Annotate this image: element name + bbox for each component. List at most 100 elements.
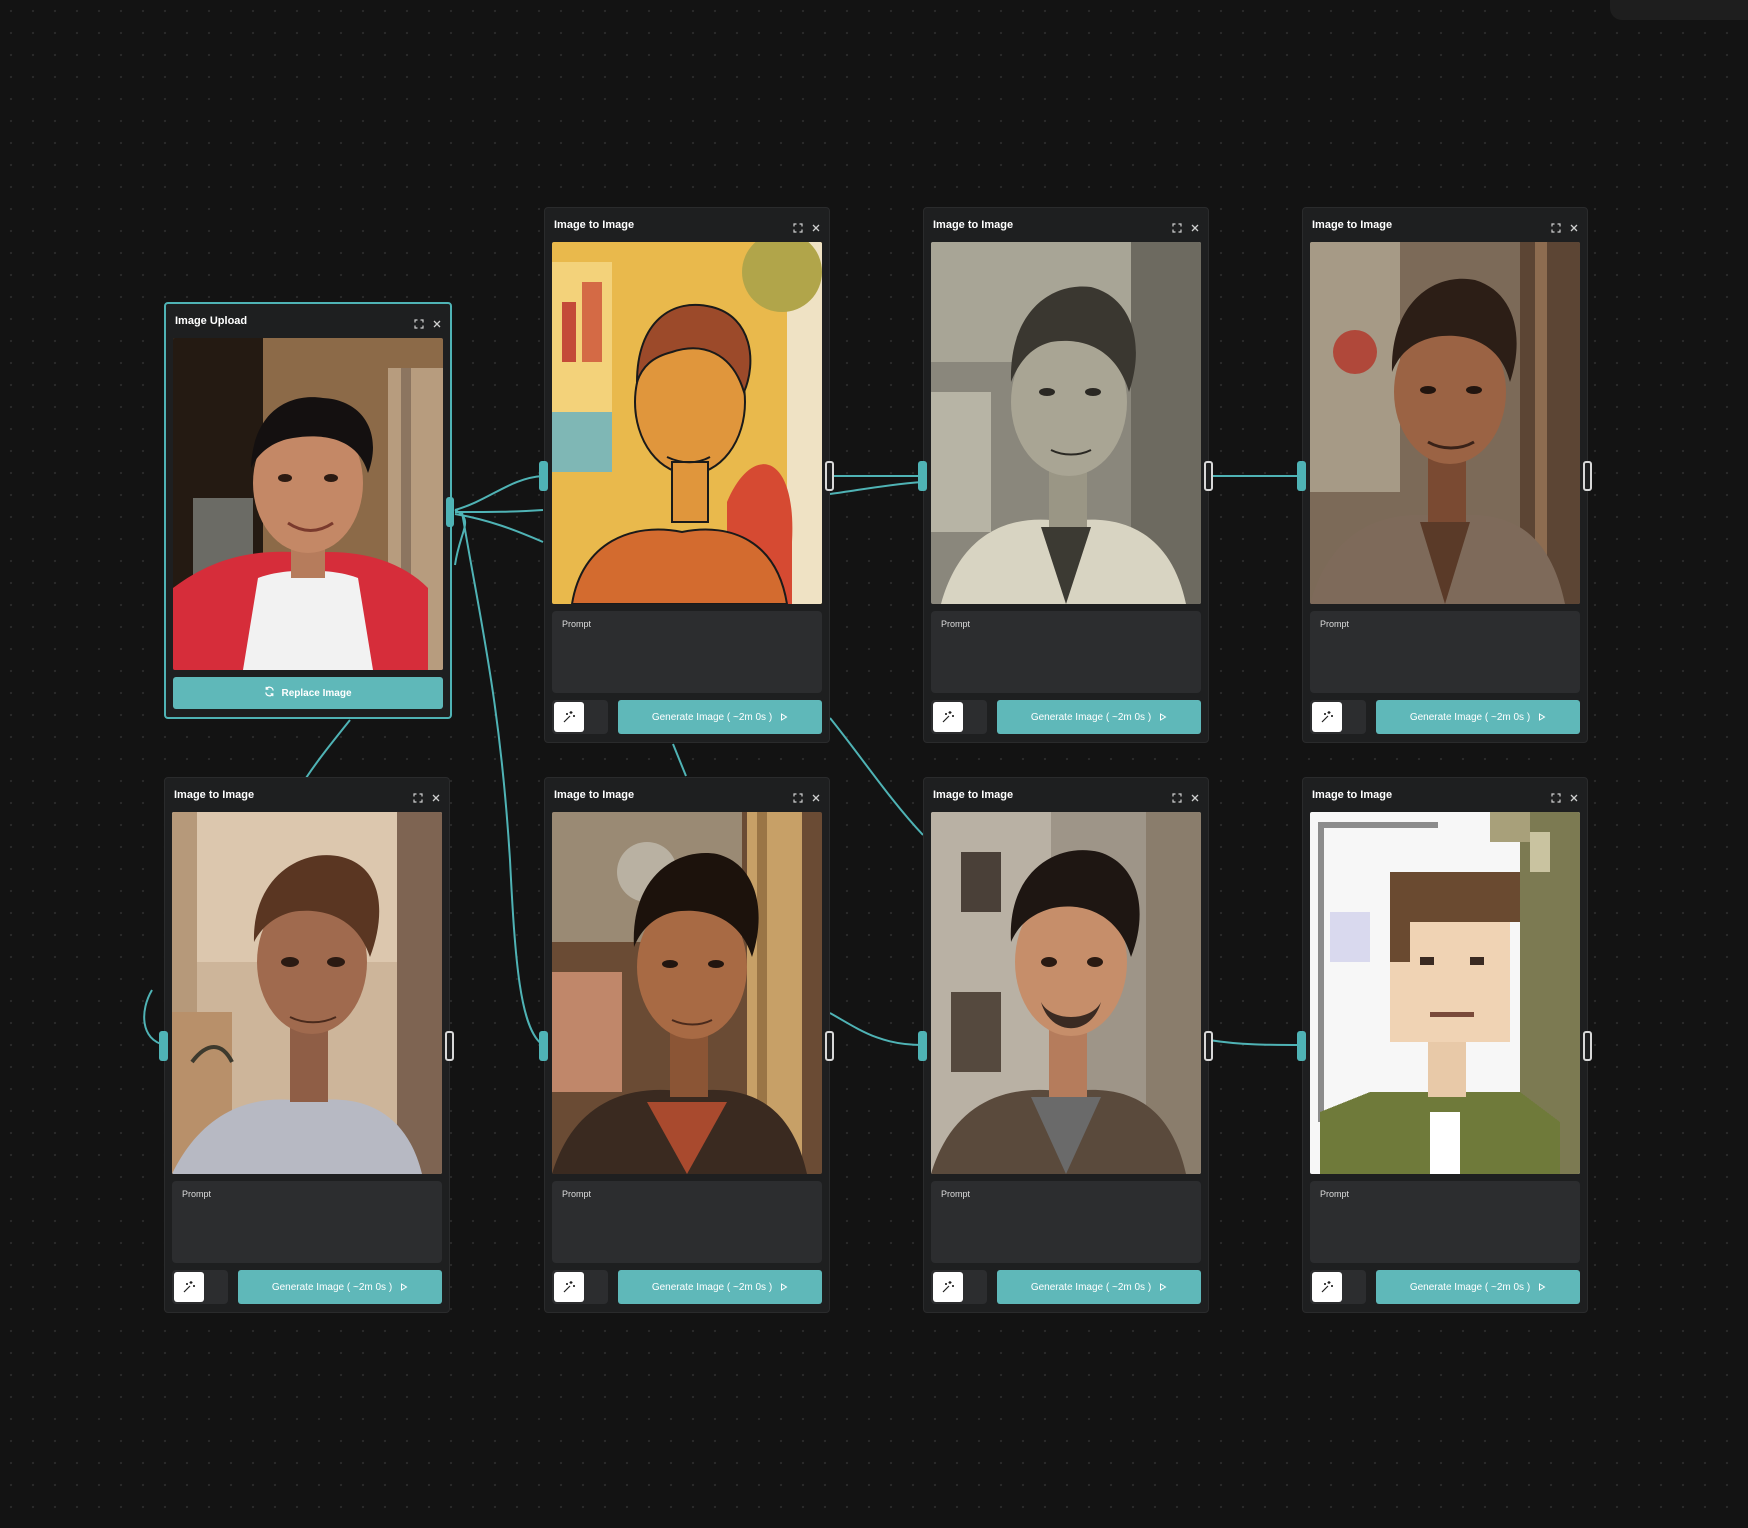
edge-upload-to-comic-d [454,509,466,566]
play-icon [1160,713,1167,721]
node-header[interactable]: Image to Image [924,208,1208,242]
play-icon [1539,713,1546,721]
expand-icon[interactable] [1551,790,1561,803]
generate-image-button[interactable]: Generate Image ( ~2m 0s ) [618,1270,822,1304]
edge-upload-to-comic [454,475,544,511]
expand-icon[interactable] [1172,220,1182,233]
input-handle[interactable] [918,1031,927,1061]
image-to-image-node[interactable]: Image to Image Prompt Generate Image (~… [918,777,1213,1313]
magic-wand-button[interactable] [933,1272,963,1302]
close-icon[interactable] [811,790,821,802]
enhance-toggle [1310,1270,1366,1304]
edge-oil-to-render [829,1012,924,1046]
expand-icon[interactable] [413,790,423,803]
generate-image-button[interactable]: Generate Image ( ~2m 0s ) [1376,700,1580,734]
prompt-input[interactable]: Prompt [552,1181,822,1263]
generated-image-comic [552,242,822,604]
magic-wand-button[interactable] [933,702,963,732]
generate-image-button[interactable]: Generate Image ( ~2m 0s ) [618,700,822,734]
expand-icon[interactable] [414,316,424,329]
node-header[interactable]: Image to Image [545,208,829,242]
enhance-toggle [931,700,987,734]
play-icon [401,1283,408,1291]
replace-image-button[interactable]: Replace Image [173,677,443,709]
edge-comic-to-etching-b [829,481,924,495]
enhance-toggle [931,1270,987,1304]
prompt-input[interactable]: Prompt [1310,1181,1580,1263]
prompt-input[interactable]: Prompt [172,1181,442,1263]
output-handle[interactable] [1583,1031,1592,1061]
close-icon[interactable] [431,790,441,802]
top-panel-tab[interactable] [1610,0,1748,20]
close-icon[interactable] [811,220,821,232]
input-handle[interactable] [1297,1031,1306,1061]
input-handle[interactable] [539,1031,548,1061]
prompt-input[interactable]: Prompt [1310,611,1580,693]
output-handle[interactable] [445,1031,454,1061]
workflow-canvas[interactable]: Image Upload Replace Image Image to Imag… [0,0,1748,1528]
output-handle[interactable] [825,1031,834,1061]
image-to-image-node[interactable]: Image to Image Prompt Generate Image (~… [918,207,1213,743]
image-to-image-node[interactable]: Image to Image Prompt Generate Image (~… [1297,207,1592,743]
image-upload-node[interactable]: Image Upload Replace Image [164,302,454,719]
magic-wand-button[interactable] [554,702,584,732]
close-icon[interactable] [432,316,442,328]
generate-image-button[interactable]: Generate Image ( ~2m 0s ) [238,1270,442,1304]
prompt-input[interactable]: Prompt [931,611,1201,693]
expand-icon[interactable] [1172,790,1182,803]
output-handle[interactable] [1204,1031,1213,1061]
image-to-image-node[interactable]: Image to Image Prompt Generate Image (~… [159,777,454,1313]
expand-icon[interactable] [1551,220,1561,233]
generate-label: Generate Image ( ~2m 0s ) [651,711,773,723]
node-title: Image to Image [933,219,1014,231]
image-to-image-node[interactable]: Image to Image Prompt Generate Image (~… [1297,777,1592,1313]
node-title: Image to Image [554,219,635,231]
expand-icon[interactable] [793,220,803,233]
generate-image-button[interactable]: Generate Image ( ~2m 0s ) [997,700,1201,734]
close-icon[interactable] [1569,220,1579,232]
node-header[interactable]: Image to Image [545,778,829,812]
prompt-input[interactable]: Prompt [931,1181,1201,1263]
magic-wand-button[interactable] [1312,702,1342,732]
input-handle[interactable] [918,461,927,491]
generated-image-3d-render [931,812,1201,1174]
output-handle[interactable] [1583,461,1592,491]
expand-icon[interactable] [793,790,803,803]
node-title: Image to Image [554,789,635,801]
generate-image-button[interactable]: Generate Image ( ~2m 0s ) [997,1270,1201,1304]
input-handle[interactable] [539,461,548,491]
node-header[interactable]: Image to Image [1303,778,1587,812]
magic-wand-button[interactable] [554,1272,584,1302]
close-icon[interactable] [1569,790,1579,802]
generate-image-button[interactable]: Generate Image ( ~2m 0s ) [1376,1270,1580,1304]
prompt-input[interactable]: Prompt [552,611,822,693]
edge-upload-to-comic-b [454,509,544,513]
image-to-image-node[interactable]: Image to Image Prompt Generate Image (~… [539,207,834,743]
generate-label: Generate Image ( ~2m 0s ) [651,1281,773,1293]
magic-wand-button[interactable] [174,1272,204,1302]
node-header[interactable]: Image to Image [165,778,449,812]
node-header[interactable]: Image to Image [924,778,1208,812]
generated-image-painterly [1310,242,1580,604]
magic-wand-button[interactable] [1312,1272,1342,1302]
node-header[interactable]: Image Upload [166,304,450,338]
play-icon [1160,1283,1167,1291]
close-icon[interactable] [1190,790,1200,802]
magic-wand-icon [563,711,575,723]
input-handle[interactable] [159,1031,168,1061]
enhance-toggle [1310,700,1366,734]
edge-upload-to-anime [305,719,351,779]
close-icon[interactable] [1190,220,1200,232]
output-handle[interactable] [1204,461,1213,491]
node-header[interactable]: Image to Image [1303,208,1587,242]
magic-wand-icon [563,1281,575,1293]
image-to-image-node[interactable]: Image to Image Prompt Generate Image (~… [539,777,834,1313]
output-handle[interactable] [825,461,834,491]
refresh-icon [264,686,275,700]
node-title: Image to Image [1312,219,1393,231]
magic-wand-icon [1321,711,1333,723]
generate-label: Generate Image ( ~2m 0s ) [1030,711,1152,723]
output-handle[interactable] [446,497,454,527]
generate-label: Generate Image ( ~2m 0s ) [1030,1281,1152,1293]
input-handle[interactable] [1297,461,1306,491]
